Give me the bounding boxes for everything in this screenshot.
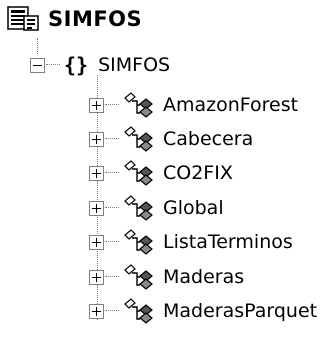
class-icon [124,229,153,255]
namespace-braces-icon: {} [64,53,89,77]
expand-toggle-icon[interactable] [89,269,104,285]
expand-toggle-icon[interactable] [89,131,104,147]
tree-class-node[interactable]: ListaTerminos [89,227,293,257]
namespace-label: SIMFOS [98,54,171,76]
class-label: Maderas [163,266,245,288]
tree-connector-dots [46,64,60,66]
collapse-toggle-icon[interactable] [30,57,45,73]
expand-toggle-icon[interactable] [89,303,104,319]
tree-root-node[interactable]: SIMFOS [6,4,142,34]
tree-connector-dots [105,172,119,174]
expand-toggle-icon[interactable] [89,165,104,181]
assembly-icon [7,6,39,31]
object-browser-tree: SIMFOS {} SIMFOS AmazonForest Cabecera C… [0,0,328,342]
class-label: ListaTerminos [163,231,293,253]
class-icon [124,126,153,152]
expand-toggle-icon[interactable] [89,234,104,250]
tree-class-node[interactable]: AmazonForest [89,90,298,120]
class-icon [124,264,153,290]
tree-connector-dots [105,310,119,312]
class-label: Cabecera [163,128,254,150]
class-label: Global [163,197,224,219]
tree-connector-dots [105,276,119,278]
expand-toggle-icon[interactable] [89,200,104,216]
class-label: CO2FIX [163,162,233,184]
class-icon [124,298,153,324]
class-icon [124,160,153,186]
tree-class-node[interactable]: Maderas [89,262,244,292]
tree-class-node[interactable]: MaderasParquet [89,296,317,326]
root-label: SIMFOS [48,7,143,31]
tree-connector-dots [105,241,119,243]
expand-toggle-icon[interactable] [89,97,104,113]
class-icon [124,195,153,221]
tree-connector-dots [105,138,119,140]
class-label: MaderasParquet [163,300,318,322]
class-icon [124,92,153,118]
tree-class-node[interactable]: CO2FIX [89,158,233,188]
tree-namespace-node[interactable]: {} SIMFOS [30,50,170,80]
tree-class-node[interactable]: Global [89,193,224,223]
tree-connector-dots [105,104,119,106]
class-label: AmazonForest [163,94,299,116]
tree-class-node[interactable]: Cabecera [89,124,253,154]
tree-connector-dots [105,207,119,209]
